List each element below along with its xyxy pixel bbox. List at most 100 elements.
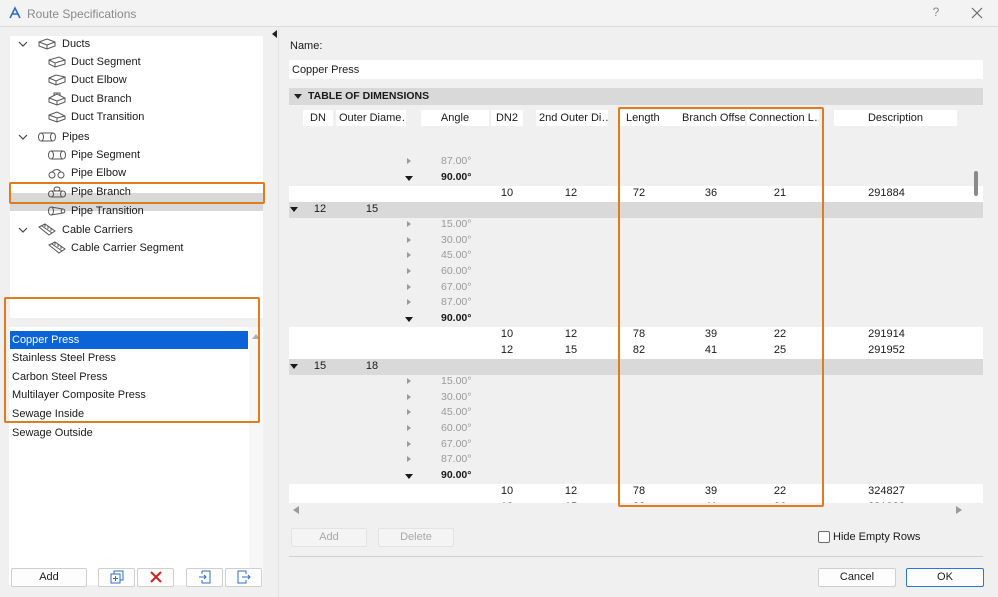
tree-item-label: Cable Carrier Segment [71, 242, 184, 254]
cell-description[interactable]: 324827 [854, 484, 919, 500]
help-button[interactable]: ? [928, 5, 944, 21]
collapse-triangle-icon[interactable] [405, 176, 413, 181]
tree-item-duct-elbow[interactable]: Duct Elbow [10, 71, 263, 89]
scroll-right-icon[interactable] [956, 506, 962, 514]
chevron-down-icon[interactable] [18, 225, 28, 235]
tree-item-duct-branch[interactable]: Duct Branch [10, 90, 263, 108]
collapse-triangle-icon[interactable] [290, 207, 298, 212]
angle-row-label: 67.00° [441, 281, 472, 293]
cell-second-outer[interactable]: 15 [551, 500, 591, 503]
name-field[interactable] [289, 60, 983, 79]
cancel-button[interactable]: Cancel [818, 568, 896, 587]
hide-empty-rows-checkbox[interactable] [818, 531, 830, 543]
expand-triangle-icon[interactable] [407, 299, 411, 305]
tree-item-pipe-segment[interactable]: Pipe Segment [10, 146, 263, 164]
delete-row-button[interactable]: Delete [378, 528, 454, 547]
cell-second-outer[interactable]: 12 [551, 327, 591, 343]
angle-row-label: 45.00° [441, 406, 472, 418]
pane-splitter[interactable] [272, 27, 279, 597]
cell-description[interactable]: 291914 [854, 327, 919, 343]
collapse-triangle-icon[interactable] [405, 317, 413, 322]
expand-triangle-icon[interactable] [407, 221, 411, 227]
duct-elbow-icon [48, 74, 66, 86]
chevron-down-icon[interactable] [18, 39, 28, 49]
angle-row-label: 60.00° [441, 422, 472, 434]
tree-item-label: Ducts [62, 38, 91, 50]
add-spec-button[interactable]: Add [11, 568, 87, 587]
scroll-left-icon[interactable] [293, 506, 299, 514]
cell-dn2[interactable]: 12 [491, 500, 523, 503]
column-header-outer-diameter[interactable]: Outer Diame… [336, 110, 406, 126]
tree-item-cable-carrier-segment[interactable]: Cable Carrier Segment [10, 239, 263, 257]
ok-button[interactable]: OK [906, 568, 984, 587]
column-header-angle[interactable]: Angle [421, 110, 489, 126]
expand-triangle-icon[interactable] [407, 378, 411, 384]
list-item[interactable]: Sewage Outside [10, 424, 248, 442]
cell-second-outer[interactable]: 12 [551, 484, 591, 500]
expand-triangle-icon[interactable] [407, 268, 411, 274]
pipe-elbow-icon [48, 169, 65, 179]
tree-item-pipes[interactable]: Pipes [10, 128, 263, 146]
tree-item-pipe-elbow[interactable]: Pipe Elbow [10, 164, 263, 182]
expand-triangle-icon[interactable] [407, 284, 411, 290]
collapse-triangle-icon[interactable] [405, 474, 413, 479]
cable-carrier-segment-icon [48, 241, 66, 254]
expand-triangle-icon[interactable] [407, 441, 411, 447]
tree-item-duct-transition[interactable]: Duct Transition [10, 108, 263, 126]
cell-description[interactable]: 291952 [854, 343, 919, 359]
cell-outer-diameter[interactable]: 15 [357, 202, 387, 218]
table-horizontal-scrollbar[interactable] [289, 504, 966, 516]
column-header-second-outer-diameter[interactable]: 2nd Outer Di… [536, 110, 608, 126]
angle-row-label: 90.00° [441, 171, 472, 183]
name-label: Name: [290, 40, 323, 52]
tree-item-pipe-transition[interactable]: Pipe Transition [10, 202, 263, 220]
close-icon[interactable] [968, 4, 986, 22]
angle-row-label: 15.00° [441, 218, 472, 230]
expand-triangle-icon[interactable] [407, 409, 411, 415]
table-vertical-scrollbar[interactable] [974, 171, 978, 196]
cell-outer-diameter[interactable]: 18 [357, 359, 387, 375]
collapse-arrow-icon[interactable] [272, 30, 278, 38]
window-title: Route Specifications [27, 7, 137, 21]
table-section-header[interactable]: TABLE OF DIMENSIONS [289, 88, 983, 105]
cell-dn[interactable]: 15 [305, 359, 335, 375]
cell-description[interactable]: 291884 [854, 186, 919, 202]
import-button[interactable] [186, 568, 223, 587]
cell-description[interactable]: 291938 [854, 500, 919, 503]
collapse-section-icon[interactable] [294, 94, 302, 100]
expand-triangle-icon[interactable] [407, 456, 411, 462]
column-header-description[interactable]: Description [834, 110, 957, 126]
cell-second-outer[interactable]: 12 [551, 186, 591, 202]
section-title: TABLE OF DIMENSIONS [308, 90, 430, 102]
tree-item-duct-segment[interactable]: Duct Segment [10, 53, 263, 71]
tree-item-cable-carriers[interactable]: Cable Carriers [10, 221, 263, 239]
tree-item-ducts[interactable]: Ducts [10, 35, 263, 53]
delete-spec-button[interactable] [137, 568, 174, 587]
cell-dn[interactable]: 12 [305, 202, 335, 218]
title-bar: Route Specifications ? [0, 0, 998, 27]
duplicate-spec-button[interactable] [98, 568, 135, 587]
footer-divider [289, 556, 983, 557]
chevron-down-icon[interactable] [18, 132, 28, 142]
expand-triangle-icon[interactable] [407, 425, 411, 431]
duct-group-icon [38, 38, 56, 50]
expand-triangle-icon[interactable] [407, 394, 411, 400]
cell-dn2[interactable]: 10 [491, 186, 523, 202]
pipe-group-icon [38, 132, 56, 142]
angle-row-label: 90.00° [441, 312, 472, 324]
cell-dn2[interactable]: 10 [491, 327, 523, 343]
expand-triangle-icon[interactable] [407, 237, 411, 243]
column-header-dn[interactable]: DN [303, 110, 333, 126]
export-icon [237, 570, 251, 584]
tree-item-label: Pipe Segment [71, 149, 141, 161]
collapse-triangle-icon[interactable] [290, 364, 298, 369]
column-header-dn2[interactable]: DN2 [491, 110, 523, 126]
expand-triangle-icon[interactable] [407, 252, 411, 258]
cell-dn2[interactable]: 12 [491, 343, 523, 359]
left-pane: Ducts Duct Segment Duct Elbow Duct Branc… [0, 27, 272, 597]
add-row-button[interactable]: Add [291, 528, 367, 547]
export-button[interactable] [225, 568, 262, 587]
expand-triangle-icon[interactable] [407, 158, 411, 164]
cell-second-outer[interactable]: 15 [551, 343, 591, 359]
cell-dn2[interactable]: 10 [491, 484, 523, 500]
